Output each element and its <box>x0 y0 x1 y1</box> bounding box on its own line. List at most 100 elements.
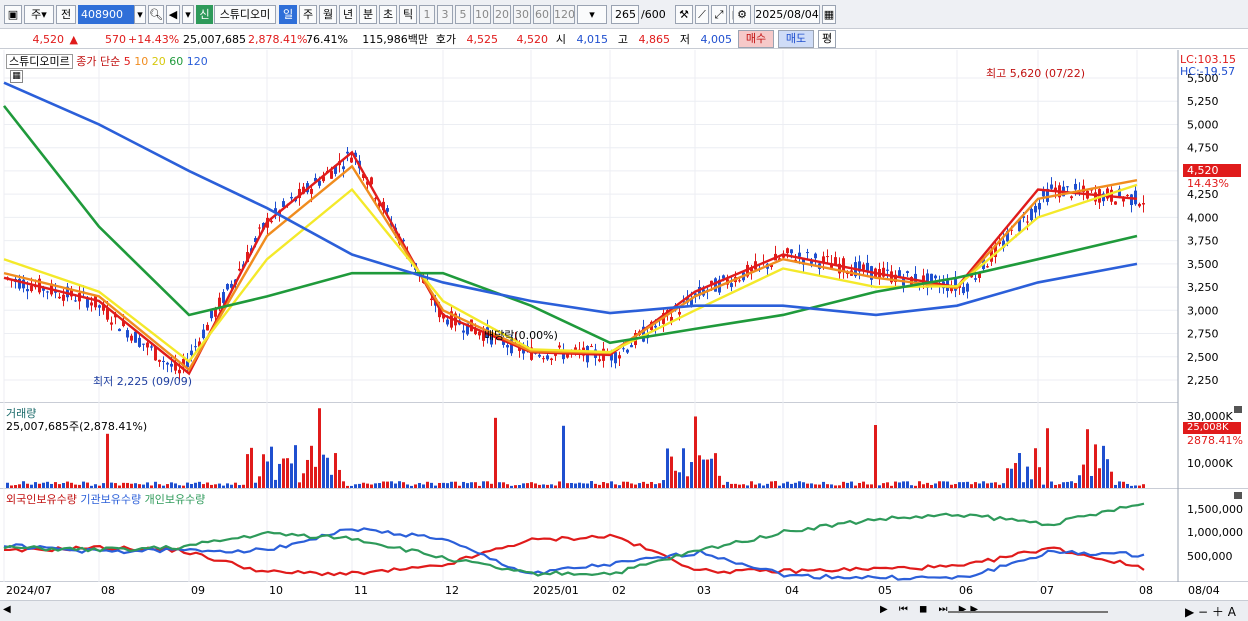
gear-icon[interactable]: ⚙ <box>733 5 751 24</box>
volume-bar <box>686 476 689 488</box>
volume-bar <box>170 482 173 488</box>
volume-bar <box>534 483 537 488</box>
volume-bar <box>622 481 625 488</box>
volume-bar <box>918 481 921 488</box>
pct-tag: 14.43% <box>1187 177 1229 190</box>
ask-price: 4,525 <box>466 33 499 46</box>
volume-bar <box>846 482 849 488</box>
x-tick-label: 06 <box>959 584 973 597</box>
volume-bar <box>446 483 449 488</box>
line-tool-icon[interactable]: ⟋ <box>695 5 709 24</box>
holdings-pane[interactable]: 외국인보유수량 기관보유수량 개인보유수량 1,500,000 1,000,00… <box>0 489 1248 582</box>
interval-60[interactable]: 60 <box>533 5 551 24</box>
price-tick-label: 4,000 <box>1187 211 1219 224</box>
volume-bar <box>938 481 941 488</box>
volume-bar <box>558 481 561 488</box>
candle-body <box>430 298 433 301</box>
interval-30[interactable]: 30 <box>513 5 531 24</box>
volume-bar <box>362 482 365 488</box>
volume-bar <box>422 484 425 488</box>
code-dropdown-icon[interactable]: ▾ <box>134 5 146 24</box>
period-minute-tab[interactable]: 분 <box>359 5 377 24</box>
volume-pct-tag: 2878.41% <box>1187 434 1243 447</box>
volume-bar <box>226 483 229 488</box>
candle-body <box>1030 208 1033 221</box>
volume-bar <box>366 483 369 488</box>
stock-code-input[interactable]: 408900 <box>78 5 136 24</box>
interval-10[interactable]: 10 <box>473 5 491 24</box>
period-week-tab[interactable]: 주 <box>299 5 317 24</box>
volume-bar <box>22 481 25 488</box>
volume-bar <box>294 445 297 488</box>
volume-bar <box>646 483 649 488</box>
pane-close-icon[interactable] <box>1234 406 1242 413</box>
candle-body <box>1074 183 1077 190</box>
period-tick-tab[interactable]: 틱 <box>399 5 417 24</box>
candle-body <box>126 330 129 338</box>
market-select[interactable]: 주▾ <box>24 5 54 24</box>
period-month-tab[interactable]: 월 <box>319 5 337 24</box>
chart-scrollbar[interactable]: ◀ ▶ ⏮ ◼ ⏭ ▶▶ ▶ − ＋ A <box>0 600 1248 621</box>
chart-tool-icon[interactable]: ⚒ <box>675 5 693 24</box>
price-tick-label: 3,250 <box>1187 281 1219 294</box>
prev-icon[interactable]: ◀ <box>166 5 180 24</box>
interval-3[interactable]: 3 <box>437 5 453 24</box>
volume-bar <box>914 485 917 488</box>
volume-bar <box>122 482 125 488</box>
volume-bar <box>802 482 805 488</box>
buy-button[interactable]: 매수 <box>738 30 774 48</box>
volume-bar <box>438 482 441 488</box>
interval-1[interactable]: 1 <box>419 5 435 24</box>
volume-bar <box>454 481 457 488</box>
candle-body <box>146 342 149 348</box>
candle-body <box>330 170 333 179</box>
volume-bar <box>378 483 381 488</box>
zoom-controls[interactable]: ▶ − ＋ A <box>1185 603 1236 620</box>
volume-pane[interactable]: 거래량 25,007,685주(2,878.41%) 30,000K 10,00… <box>0 403 1248 489</box>
candle-body <box>206 324 209 331</box>
open-label: 시 <box>555 33 566 46</box>
period-prefix-button[interactable]: 전 <box>56 5 76 24</box>
count-max: /600 <box>641 8 666 21</box>
holdings-close-icon[interactable] <box>1234 492 1242 499</box>
legend-stock-name[interactable]: 스튜디오미르 <box>6 54 73 69</box>
zoom-slider[interactable] <box>948 611 1108 613</box>
volume-bar <box>774 481 777 488</box>
period-day-tab[interactable]: 일 <box>279 5 297 24</box>
volume-bar <box>1110 471 1113 488</box>
interval-120[interactable]: 120 <box>553 5 575 24</box>
expand-icon[interactable]: ⤢ <box>711 5 727 24</box>
volume-bar <box>574 483 577 488</box>
volume-bar <box>1002 483 1005 488</box>
candle-body <box>1142 203 1145 205</box>
price-chart-pane[interactable]: 5,5005,2505,0004,7504,5004,2504,0003,750… <box>0 50 1248 403</box>
volume-bar <box>66 481 69 488</box>
grid-table-icon[interactable]: ▦ <box>10 70 23 83</box>
next-dropdown-icon[interactable]: ▾ <box>182 5 194 24</box>
volume-bar <box>386 481 389 488</box>
volume-bar <box>730 483 733 488</box>
average-button[interactable]: 평 <box>818 30 836 48</box>
volume-bar <box>722 484 725 488</box>
sell-button[interactable]: 매도 <box>778 30 814 48</box>
interval-dropdown[interactable]: ▾ <box>577 5 607 24</box>
scroll-left-icon[interactable]: ◀ <box>3 604 11 615</box>
volume-bar <box>314 466 317 488</box>
volume-bar <box>1038 467 1041 488</box>
playback-controls[interactable]: ▶ ⏮ ◼ ⏭ ▶▶ <box>880 604 982 615</box>
period-year-tab[interactable]: 년 <box>339 5 357 24</box>
layout-icon[interactable]: ▣ <box>4 5 22 24</box>
volume-bar <box>102 483 105 488</box>
period-second-tab[interactable]: 초 <box>379 5 397 24</box>
count-input[interactable]: 265 <box>611 5 639 24</box>
calendar-icon[interactable]: ▦ <box>822 5 836 24</box>
candle-body <box>798 252 801 257</box>
x-tick-label: 05 <box>878 584 892 597</box>
candle-body <box>626 349 629 353</box>
candle-body <box>26 289 29 292</box>
candle-body <box>222 292 225 303</box>
date-input[interactable]: 2025/08/04 <box>754 5 820 24</box>
interval-20[interactable]: 20 <box>493 5 511 24</box>
search-icon[interactable]: 🔍︎ <box>148 5 164 24</box>
interval-5[interactable]: 5 <box>455 5 471 24</box>
